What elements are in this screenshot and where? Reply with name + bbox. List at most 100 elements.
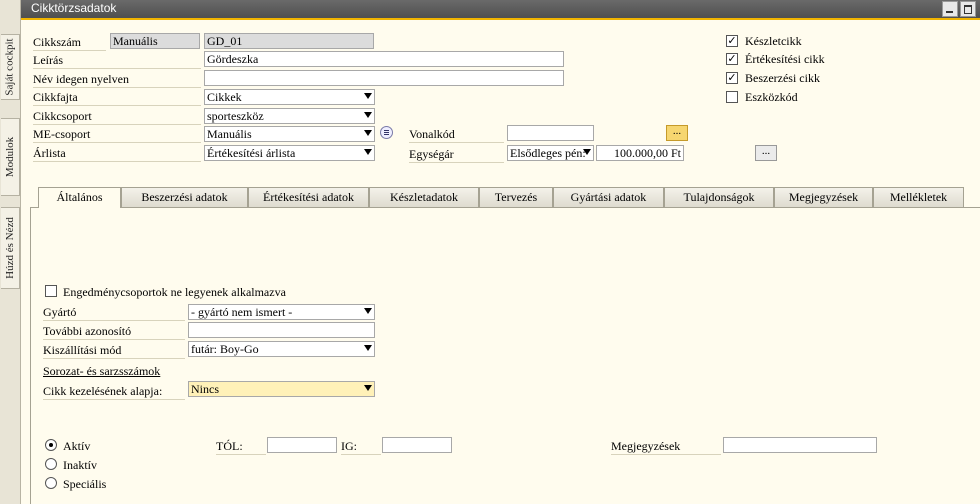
uom-group-label: ME-csoport: [33, 127, 91, 141]
window-title-bar: Cikktörzsadatok: [21, 0, 980, 20]
sales-item-checkbox[interactable]: ✓: [726, 53, 738, 65]
foreign-name-label: Név idegen nyelven: [33, 72, 129, 86]
shipping-type-label: Kiszállítási mód: [43, 343, 122, 357]
from-date-field[interactable]: [267, 437, 337, 453]
item-code-label: Cikkszám: [33, 35, 81, 49]
side-tab-drag-relate[interactable]: Húzd és Nézd: [1, 207, 20, 289]
divider: [33, 68, 201, 69]
tab-production[interactable]: Gyártási adatok: [553, 187, 664, 207]
barcode-field[interactable]: [507, 125, 594, 141]
purchase-item-label: Beszerzési cikk: [745, 71, 820, 85]
status-special-label: Speciális: [63, 477, 107, 491]
asset-item-label: Eszközkód: [745, 90, 798, 104]
price-list-label: Árlista: [33, 146, 66, 160]
manufacturer-dropdown[interactable]: - gyártó nem ismert -: [188, 304, 375, 320]
uom-details-icon[interactable]: [380, 126, 393, 139]
item-code-series-field[interactable]: Manuális: [110, 33, 200, 49]
status-remarks-field[interactable]: [723, 437, 877, 453]
side-panel: Saját cockpit Modulok Húzd és Nézd: [0, 0, 21, 504]
chevron-down-icon: [364, 385, 372, 391]
divider: [43, 339, 185, 340]
no-discount-groups-label: Engedménycsoportok ne legyenek alkalmazv…: [63, 285, 286, 299]
divider: [341, 454, 381, 455]
tab-sales[interactable]: Értékesítési adatok: [248, 187, 369, 207]
side-tab-cockpit-label: Saját cockpit: [4, 38, 16, 96]
inventory-item-label: Készletcikk: [745, 34, 802, 48]
maximize-icon[interactable]: [960, 1, 976, 17]
chevron-down-icon: [364, 308, 372, 314]
unit-price-field[interactable]: 100.000,00 Ft: [596, 145, 684, 161]
description-field[interactable]: Gördeszka: [204, 51, 564, 67]
tab-purchasing[interactable]: Beszerzési adatok: [121, 187, 248, 207]
price-list-dropdown[interactable]: Értékesítési árlista: [204, 145, 375, 161]
unit-price-currency-value: Elsődleges pén:: [510, 146, 586, 160]
foreign-name-field[interactable]: [204, 70, 564, 86]
tab-inventory[interactable]: Készletadatok: [369, 187, 479, 207]
to-date-field[interactable]: [382, 437, 452, 453]
divider: [33, 142, 201, 143]
additional-id-label: További azonosító: [43, 324, 132, 338]
divider: [611, 454, 721, 455]
side-tab-drag-relate-label: Húzd és Nézd: [4, 217, 17, 279]
tab-remarks[interactable]: Megjegyzések: [774, 187, 873, 207]
divider: [33, 87, 201, 88]
item-type-value: Cikkek: [207, 90, 242, 104]
status-remarks-label: Megjegyzések: [611, 439, 681, 453]
chevron-down-icon: [583, 149, 591, 155]
tab-properties[interactable]: Tulajdonságok: [664, 187, 774, 207]
price-list-value: Értékesítési árlista: [207, 146, 296, 160]
purchase-item-checkbox[interactable]: ✓: [726, 72, 738, 84]
manufacturer-value: - gyártó nem ismert -: [191, 305, 293, 319]
status-special-radio[interactable]: [45, 477, 57, 489]
shipping-type-value: futár: Boy-Go: [191, 342, 259, 356]
side-tab-modules-label: Modulok: [4, 136, 16, 178]
divider: [33, 105, 201, 106]
chevron-down-icon: [364, 149, 372, 155]
side-tab-cockpit[interactable]: Saját cockpit: [1, 34, 20, 100]
chevron-down-icon: [364, 93, 372, 99]
divider: [43, 358, 185, 359]
barcode-select-button[interactable]: ...: [666, 125, 688, 141]
additional-id-field[interactable]: [188, 322, 375, 338]
manage-by-dropdown[interactable]: Nincs: [188, 381, 375, 397]
tab-general[interactable]: Általános: [38, 187, 121, 208]
status-active-label: Aktív: [63, 439, 91, 453]
chevron-down-icon: [364, 130, 372, 136]
divider: [33, 50, 106, 51]
chevron-down-icon: [364, 112, 372, 118]
item-type-label: Cikkfajta: [33, 90, 78, 104]
divider: [33, 124, 201, 125]
unit-price-currency-dropdown[interactable]: Elsődleges pén:: [507, 145, 594, 161]
divider: [409, 162, 504, 163]
item-code-field[interactable]: GD_01: [204, 33, 374, 49]
manufacturer-label: Gyártó: [43, 305, 77, 319]
manage-by-label: Cikk kezelésének alapja:: [43, 384, 163, 398]
serial-batch-section-label: Sorozat- és sarzsszámok: [43, 364, 161, 378]
manage-by-value: Nincs: [191, 382, 219, 396]
minimize-icon[interactable]: [942, 1, 958, 17]
tab-attachments[interactable]: Mellékletek: [873, 187, 964, 207]
uom-group-value: Manuális: [207, 127, 252, 141]
barcode-label: Vonalkód: [409, 127, 455, 141]
from-date-label: TÓL:: [216, 439, 243, 453]
asset-item-checkbox[interactable]: [726, 91, 738, 103]
divider: [33, 161, 201, 162]
item-group-label: Cikkcsoport: [33, 109, 92, 123]
divider: [409, 142, 504, 143]
item-type-dropdown[interactable]: Cikkek: [204, 89, 375, 105]
chevron-down-icon: [364, 345, 372, 351]
item-group-dropdown[interactable]: sporteszköz: [204, 108, 375, 124]
no-discount-groups-checkbox[interactable]: [45, 285, 57, 297]
tab-planning[interactable]: Tervezés: [479, 187, 553, 207]
shipping-type-dropdown[interactable]: futár: Boy-Go: [188, 341, 375, 357]
item-group-value: sporteszköz: [207, 109, 264, 123]
unit-price-label: Egységár: [409, 147, 454, 161]
divider: [43, 320, 185, 321]
status-inactive-radio[interactable]: [45, 458, 57, 470]
uom-group-dropdown[interactable]: Manuális: [204, 126, 375, 142]
status-active-radio[interactable]: [45, 439, 57, 451]
inventory-item-checkbox[interactable]: ✓: [726, 35, 738, 47]
unit-price-details-button[interactable]: ...: [755, 145, 777, 161]
side-tab-modules[interactable]: Modulok: [1, 118, 20, 196]
divider: [216, 454, 266, 455]
